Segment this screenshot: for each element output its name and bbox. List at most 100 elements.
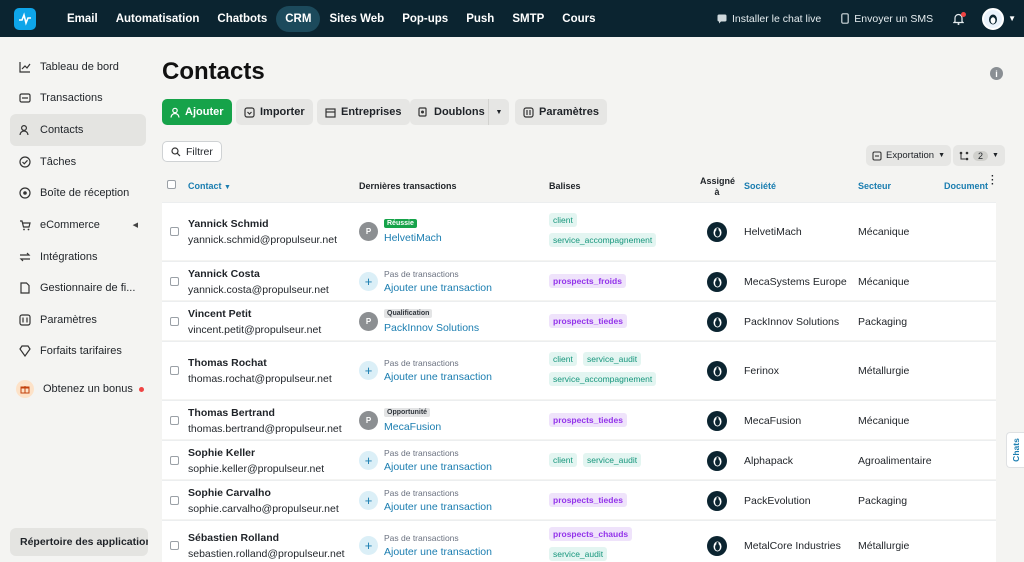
sidebar-item-settings[interactable]: Paramètres (10, 305, 146, 335)
row-checkbox[interactable] (170, 366, 179, 375)
contact-name[interactable]: Thomas Rochat (188, 357, 267, 369)
chats-tab[interactable]: Chats (1006, 432, 1024, 468)
table-row[interactable]: Thomas Rochat thomas.rochat@propulseur.ne… (162, 341, 996, 399)
table-row[interactable]: Vincent Petit vincent.petit@propulseur.ne… (162, 301, 996, 340)
chevron-down-icon[interactable]: ▼ (1008, 14, 1016, 23)
sidebar-item-contacts[interactable]: Contacts (10, 114, 146, 146)
contact-name[interactable]: Sophie Keller (188, 447, 255, 459)
send-sms-link[interactable]: Envoyer un SMS (841, 13, 933, 25)
table-row[interactable]: Sophie Carvalho sophie.carvalho@propulseu… (162, 480, 996, 519)
assignee-avatar[interactable] (707, 311, 727, 332)
column-header-document[interactable]: Document (944, 181, 988, 191)
user-avatar[interactable] (982, 7, 1005, 30)
notifications-button[interactable] (953, 11, 967, 25)
column-header-tags[interactable]: Balises (549, 181, 581, 191)
table-row[interactable]: Sébastien Rolland sebastien.rolland@propu… (162, 520, 996, 562)
nav-item-sites-web[interactable]: Sites Web (320, 6, 393, 32)
add-deal-link[interactable]: Ajouter une transaction (384, 282, 492, 294)
add-deal-plus-icon[interactable]: + (359, 361, 378, 380)
column-header-label: Contact (188, 181, 222, 191)
add-deal-plus-icon[interactable]: + (359, 271, 378, 291)
add-deal-link[interactable]: Ajouter une transaction (384, 371, 492, 383)
column-options-icon[interactable]: · · · (991, 172, 994, 190)
sidebar-item-integrations[interactable]: Intégrations (10, 242, 146, 272)
column-header-contact[interactable]: Contact ▼ (188, 181, 231, 191)
nav-item-push[interactable]: Push (457, 6, 503, 32)
deal-link[interactable]: HelvetiMach (384, 232, 442, 244)
assignee-avatar[interactable] (707, 410, 727, 431)
expand-arrow-icon[interactable]: ◀ (133, 221, 138, 229)
sidebar-item-file-manager[interactable]: Gestionnaire de fi... (10, 273, 146, 303)
sidebar-item-ecommerce[interactable]: eCommerce ◀ (10, 210, 146, 240)
table-row[interactable]: Sophie Keller sophie.keller@propulseur.ne… (162, 440, 996, 479)
contact-name[interactable]: Yannick Schmid (188, 218, 269, 230)
files-icon (18, 282, 31, 295)
add-contact-button[interactable]: Ajouter (162, 99, 232, 125)
contact-name[interactable]: Vincent Petit (188, 308, 251, 320)
row-checkbox[interactable] (170, 415, 179, 425)
table-row[interactable]: Thomas Bertrand thomas.bertrand@propulseu… (162, 400, 996, 439)
group-by-button[interactable]: 2 ▼ (953, 145, 1005, 166)
contact-name[interactable]: Sébastien Rolland (188, 532, 279, 544)
filter-button[interactable]: Filtrer (162, 141, 222, 162)
sidebar-item-plans[interactable]: Forfaits tarifaires (10, 336, 146, 366)
assignee-avatar[interactable] (707, 450, 727, 471)
add-deal-plus-icon[interactable]: + (359, 450, 378, 470)
contact-name[interactable]: Thomas Bertrand (188, 407, 275, 419)
duplicates-dropdown-button[interactable]: ▼ (488, 99, 509, 125)
nav-item-crm[interactable]: CRM (276, 5, 321, 32)
contact-email: sophie.keller@propulseur.net (188, 462, 325, 475)
row-checkbox[interactable] (170, 541, 179, 550)
column-header-sector[interactable]: Secteur (858, 181, 891, 191)
select-all-checkbox[interactable] (167, 180, 176, 189)
brevo-logo-icon[interactable] (14, 7, 36, 30)
add-deal-plus-icon[interactable]: + (359, 490, 378, 510)
deal-link[interactable]: PackInnov Solutions (384, 322, 479, 334)
row-checkbox[interactable] (170, 316, 179, 326)
row-checkbox[interactable] (170, 276, 179, 286)
penguin-icon (713, 496, 721, 506)
row-checkbox[interactable] (170, 455, 179, 465)
tag-badge: service_accompagnement (549, 233, 657, 247)
add-deal-plus-icon[interactable]: + (359, 536, 378, 555)
column-header-company[interactable]: Société (744, 181, 776, 191)
assignee-avatar[interactable] (707, 271, 727, 292)
table-row[interactable]: Yannick Costa yannick.costa@propulseur.ne… (162, 261, 996, 300)
assignee-avatar[interactable] (707, 536, 727, 556)
nav-item-cours[interactable]: Cours (553, 6, 604, 32)
contact-name[interactable]: Sophie Carvalho (188, 487, 271, 499)
assignee-avatar[interactable] (707, 222, 727, 242)
table-row[interactable]: Yannick Schmid yannick.schmid@propulseur.… (162, 202, 996, 260)
sidebar-item-transactions[interactable]: Transactions (10, 83, 146, 113)
sidebar-item-tasks[interactable]: Tâches (10, 147, 146, 177)
row-checkbox[interactable] (170, 495, 179, 505)
settings-button[interactable]: Paramètres (515, 99, 607, 125)
sidebar-item-dashboard[interactable]: Tableau de bord (10, 52, 146, 82)
info-icon[interactable]: i (990, 67, 1003, 80)
nav-item-email[interactable]: Email (58, 6, 107, 32)
sidebar-item-inbox[interactable]: Boîte de réception (10, 178, 146, 208)
nav-item-chatbots[interactable]: Chatbots (208, 6, 276, 32)
sidebar-item-bonus[interactable]: Obtenez un bonus (10, 374, 146, 404)
install-chat-link[interactable]: Installer le chat live (717, 13, 821, 25)
add-deal-link[interactable]: Ajouter une transaction (384, 546, 492, 558)
contact-name[interactable]: Yannick Costa (188, 268, 260, 280)
nav-item-pop-ups[interactable]: Pop-ups (393, 6, 457, 32)
contact-email: yannick.schmid@propulseur.net (188, 234, 337, 246)
import-button[interactable]: Importer (236, 99, 313, 125)
nav-item-smtp[interactable]: SMTP (503, 6, 553, 32)
export-button[interactable]: Exportation ▼ (866, 145, 951, 166)
column-header-deals[interactable]: Dernières transactions (359, 181, 457, 191)
apps-directory-button[interactable]: Répertoire des applications (10, 528, 148, 556)
column-header-assigned[interactable]: Assigné à (700, 176, 735, 198)
no-deals-text: Pas de transactions (384, 487, 459, 498)
add-deal-link[interactable]: Ajouter une transaction (384, 501, 492, 513)
deal-link[interactable]: MecaFusion (384, 421, 441, 433)
duplicates-button[interactable]: Doublons (410, 99, 495, 125)
assignee-avatar[interactable] (707, 361, 727, 381)
companies-button[interactable]: Entreprises (317, 99, 410, 125)
row-checkbox[interactable] (170, 227, 179, 236)
assignee-avatar[interactable] (707, 490, 727, 511)
add-deal-link[interactable]: Ajouter une transaction (384, 461, 492, 473)
nav-item-automatisation[interactable]: Automatisation (107, 6, 209, 32)
